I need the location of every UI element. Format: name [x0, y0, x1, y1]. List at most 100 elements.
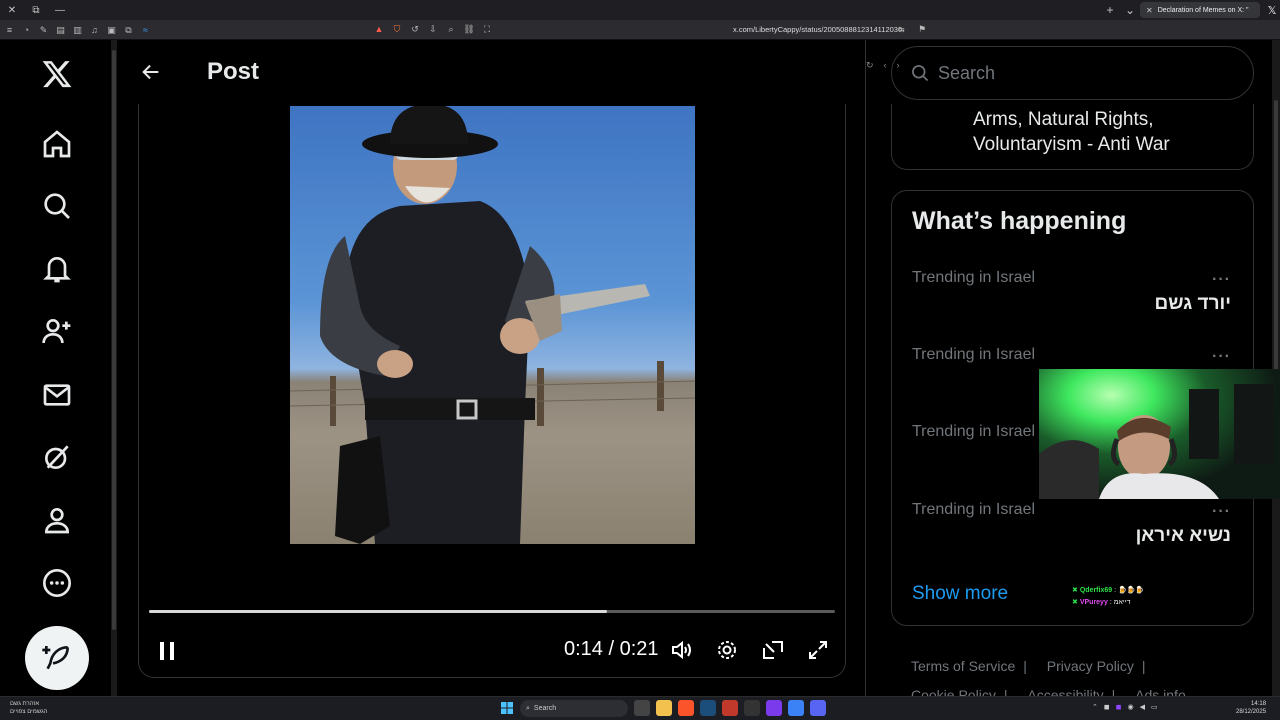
- left-navigation: [0, 40, 116, 696]
- footer-link-privacy[interactable]: Privacy Policy: [1047, 658, 1134, 674]
- profile-icon: [44, 507, 70, 534]
- nav-grok[interactable]: [31, 431, 83, 483]
- taskbar-search-label: Search: [533, 705, 557, 712]
- dock-player-icon: [763, 641, 783, 659]
- taskbar-search[interactable]: ⌕ Search: [520, 700, 628, 717]
- tray-network-icon[interactable]: ◉: [1128, 703, 1134, 711]
- tray-app-icon[interactable]: ◼: [1104, 703, 1110, 711]
- puzzle-icon[interactable]: ⧉: [121, 25, 136, 35]
- trend-context: Trending in Israel: [912, 346, 1036, 363]
- more-options-icon[interactable]: ···: [1212, 503, 1231, 521]
- video-current-time: 0:14: [564, 638, 603, 660]
- browser-tab-active[interactable]: ✕ Declaration of Memes on X: ": [1140, 2, 1260, 18]
- volume-icon: [672, 640, 691, 660]
- notes-icon[interactable]: ▤: [53, 25, 68, 35]
- nav-profile[interactable]: [31, 494, 83, 546]
- taskbar-clock[interactable]: 14:18 28/12/2025: [1236, 700, 1266, 716]
- nav-home[interactable]: [31, 118, 83, 170]
- tab-list-icon[interactable]: ⌄: [1120, 3, 1140, 17]
- add-user-icon: [42, 319, 71, 344]
- close-window-icon[interactable]: ✕: [0, 5, 24, 16]
- app-red-icon[interactable]: [722, 700, 738, 716]
- chat-text: : 🍺🍺🍺: [1114, 587, 1145, 594]
- feather-plus-icon: [42, 646, 69, 670]
- tray-battery-icon[interactable]: ▭: [1151, 703, 1158, 711]
- whats-happening-title: What’s happening: [912, 207, 1127, 235]
- pause-button[interactable]: [153, 636, 181, 666]
- nav-notifications[interactable]: [31, 243, 83, 295]
- app-dark-icon[interactable]: [744, 700, 760, 716]
- trend-context: Trending in Israel: [912, 501, 1036, 518]
- bell-icon: [43, 257, 71, 283]
- nav-more[interactable]: [31, 557, 83, 609]
- gear-icon: [718, 641, 736, 659]
- x-logo-icon: 𝕏: [1267, 4, 1277, 17]
- fullscreen-button[interactable]: [804, 636, 832, 664]
- more-options-icon[interactable]: ···: [1212, 271, 1231, 289]
- sidebar-icon[interactable]: ▥: [70, 25, 85, 35]
- right-scrollbar[interactable]: [1272, 40, 1280, 696]
- chat-message: ✖ Qderfix69 : 🍺🍺🍺: [1072, 585, 1144, 597]
- translate-icon[interactable]: ⇆: [898, 25, 905, 34]
- show-more-link[interactable]: Show more: [912, 583, 1008, 605]
- brave-shield-icon[interactable]: ⛉: [390, 24, 404, 35]
- warning-icon[interactable]: ▲: [372, 24, 386, 35]
- tray-chevron-icon[interactable]: ⌃: [1092, 703, 1098, 711]
- pause-icon: [160, 642, 174, 660]
- video-player[interactable]: 0:14 / 0:21: [138, 104, 846, 678]
- bookmark-icon[interactable]: ⚑: [918, 24, 926, 35]
- system-tray: ⌃ ◼ ◼ ◉ ◀ ▭: [1092, 703, 1158, 711]
- left-scrollbar-thumb[interactable]: [112, 50, 116, 630]
- trend-item[interactable]: Trending in Israel ··· יורד גשם: [892, 269, 1253, 339]
- nav-explore[interactable]: [31, 180, 83, 232]
- nav-follow[interactable]: [31, 305, 83, 357]
- download-icon[interactable]: ⇩: [426, 24, 440, 35]
- shield-icon[interactable]: ◔: [19, 25, 34, 35]
- search-icon: [912, 65, 929, 82]
- video-settings-button[interactable]: [713, 636, 741, 664]
- screenshot-icon[interactable]: ⛶: [480, 24, 494, 35]
- nav-messages[interactable]: [31, 369, 83, 421]
- video-frame[interactable]: [290, 106, 695, 544]
- window-icon[interactable]: ▣: [104, 25, 119, 35]
- extension-icon[interactable]: ✎: [36, 25, 51, 35]
- search-icon[interactable]: ⌕: [444, 24, 458, 35]
- trend-item[interactable]: Trending in Israel ··· נשיא איראן: [892, 501, 1253, 571]
- compose-post-button[interactable]: [25, 626, 89, 690]
- restore-window-icon[interactable]: ⧉: [24, 5, 48, 16]
- brave-browser-icon[interactable]: [678, 700, 694, 716]
- minimize-player-button[interactable]: [759, 636, 787, 664]
- minimize-window-icon[interactable]: —: [48, 5, 72, 16]
- wave-icon[interactable]: ≈: [138, 25, 153, 35]
- steam-icon[interactable]: [700, 700, 716, 716]
- volume-button[interactable]: [668, 636, 696, 664]
- back-button[interactable]: [133, 54, 169, 90]
- home-icon: [43, 130, 71, 158]
- link-icon[interactable]: ⛓: [462, 24, 476, 35]
- footer-link-terms[interactable]: Terms of Service: [911, 658, 1015, 674]
- more-options-icon[interactable]: ···: [1212, 348, 1231, 366]
- trend-topic: יורד גשם: [1154, 293, 1231, 314]
- app-purple-icon[interactable]: [766, 700, 782, 716]
- task-view-icon[interactable]: [634, 700, 650, 716]
- tray-twitch-icon[interactable]: ◼: [1116, 703, 1122, 711]
- url-bar[interactable]: x.com/LibertyCappy/status/20050888123141…: [733, 25, 902, 34]
- right-scrollbar-thumb[interactable]: [1274, 100, 1278, 380]
- windows-start-icon[interactable]: [501, 702, 513, 714]
- reload-shield-icon[interactable]: ↺: [408, 24, 422, 35]
- clock-time: 14:18: [1251, 701, 1267, 707]
- new-tab-icon[interactable]: +: [1100, 3, 1120, 17]
- discord-icon[interactable]: [810, 700, 826, 716]
- close-tab-icon[interactable]: ✕: [1146, 6, 1153, 15]
- music-icon[interactable]: ♫: [87, 25, 102, 35]
- browser-toolbar: ≡ ◔ ✎ ▤ ▥ ♫ ▣ ⧉ ≈ ▲ ⛉ ↺ ⇩ ⌕ ⛓ ⛶ x.com/Li…: [0, 20, 1280, 70]
- tray-volume-icon[interactable]: ◀: [1140, 703, 1145, 711]
- search-box[interactable]: [891, 46, 1254, 100]
- weather-widget[interactable]: אזהרת גשם הגשמים צפויים: [10, 700, 47, 716]
- menu-icon[interactable]: ≡: [2, 25, 17, 35]
- video-progress-bar[interactable]: [149, 610, 835, 613]
- x-home-logo[interactable]: [31, 48, 83, 100]
- app-blue-icon[interactable]: [788, 700, 804, 716]
- search-input[interactable]: [938, 62, 1218, 84]
- file-explorer-icon[interactable]: [656, 700, 672, 716]
